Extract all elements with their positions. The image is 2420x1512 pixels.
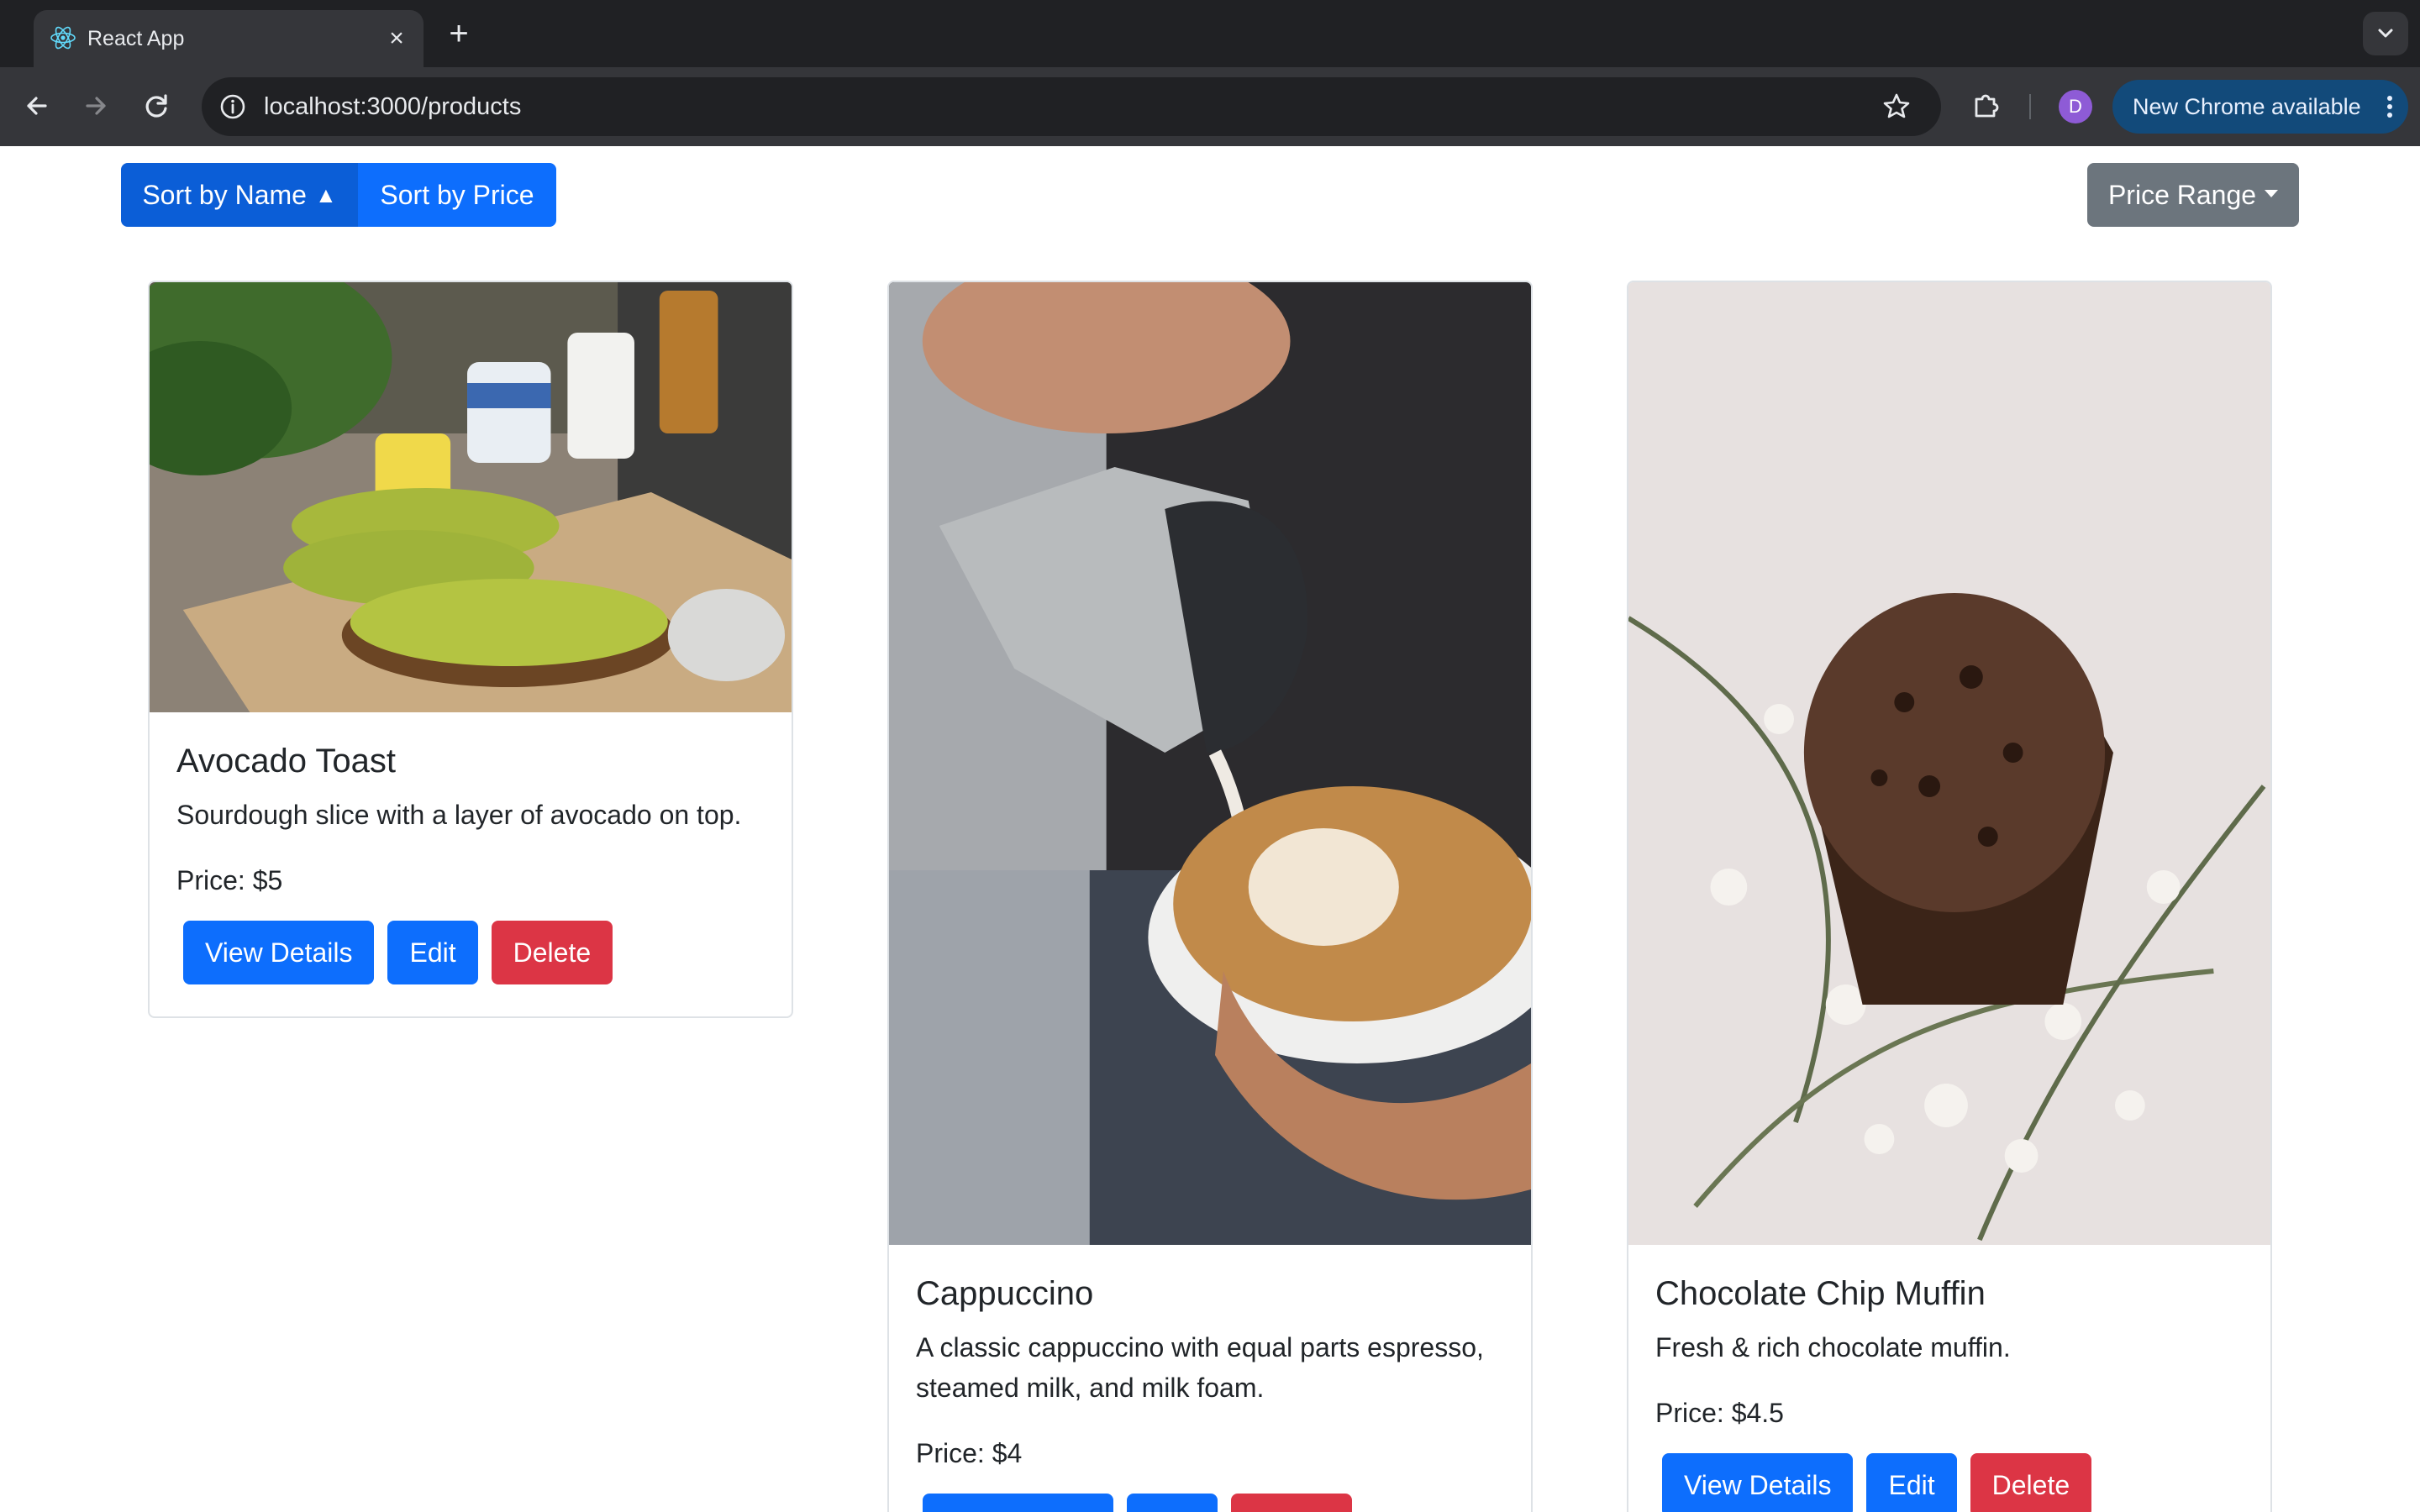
new-tab-icon[interactable]: + <box>440 15 477 52</box>
sort-ascending-icon: ▲ <box>314 181 337 207</box>
product-card-body: Cappuccino A classic cappuccino with equ… <box>889 1245 1531 1512</box>
back-arrow-icon[interactable] <box>13 82 60 129</box>
product-actions: View Details Edit Delete <box>916 1494 1504 1512</box>
sort-button-group: Sort by Name ▲ Sort by Price <box>121 163 556 227</box>
view-details-button[interactable]: View Details <box>183 921 375 984</box>
close-tab-icon[interactable]: × <box>380 22 413 55</box>
product-price: Price: $4 <box>916 1438 1023 1468</box>
product-description: A classic cappuccino with equal parts es… <box>916 1332 1484 1403</box>
product-card-body: Chocolate Chip Muffin Fresh & rich choco… <box>1628 1245 2270 1512</box>
profile-avatar[interactable]: D <box>2059 90 2092 123</box>
browser-tab-strip: React App × + <box>0 0 2420 67</box>
browser-toolbar: localhost:3000/products D New Chrome ava… <box>0 67 2420 146</box>
view-details-button[interactable]: View Details <box>923 1494 1114 1512</box>
toolbar-divider <box>2029 94 2031 119</box>
sort-by-name-button[interactable]: Sort by Name ▲ <box>121 163 358 227</box>
edit-button[interactable]: Edit <box>1127 1494 1218 1512</box>
site-info-icon[interactable] <box>215 89 250 124</box>
price-range-label: Price Range <box>2107 179 2257 210</box>
product-price: Price: $4.5 <box>1655 1398 1784 1428</box>
forward-arrow-icon[interactable] <box>72 82 119 129</box>
bookmark-star-icon[interactable] <box>1879 89 1914 124</box>
sort-by-price-button[interactable]: Sort by Price <box>358 163 556 227</box>
view-details-button[interactable]: View Details <box>1662 1453 1854 1512</box>
url-text: localhost:3000/products <box>264 93 522 120</box>
product-name: Cappuccino <box>916 1275 1094 1312</box>
update-label: New Chrome available <box>2133 94 2361 119</box>
browser-tab[interactable]: React App × <box>34 10 424 67</box>
delete-button[interactable]: Delete <box>1230 1494 1353 1512</box>
caret-down-icon <box>2265 189 2279 197</box>
reload-icon[interactable] <box>133 82 180 129</box>
cappuccino-photo <box>889 282 1531 1245</box>
tab-title: React App <box>87 27 185 50</box>
product-actions: View Details Edit Delete <box>176 921 765 984</box>
delete-button[interactable]: Delete <box>491 921 613 984</box>
sort-by-name-label: Sort by Name <box>142 179 307 210</box>
edit-button[interactable]: Edit <box>1866 1453 1957 1512</box>
kebab-menu-icon[interactable] <box>2380 92 2400 122</box>
product-name: Chocolate Chip Muffin <box>1655 1275 1986 1312</box>
product-description: Sourdough slice with a layer of avocado … <box>176 800 742 830</box>
product-card: Chocolate Chip Muffin Fresh & rich choco… <box>1627 281 2272 1512</box>
extensions-puzzle-icon[interactable] <box>1966 86 2007 126</box>
product-card: Avocado Toast Sourdough slice with a lay… <box>148 281 793 1018</box>
product-name: Avocado Toast <box>176 743 396 780</box>
product-card: Cappuccino A classic cappuccino with equ… <box>887 281 1533 1512</box>
chevron-down-icon <box>2378 29 2393 38</box>
products-page: Sort by Name ▲ Sort by Price Price Range <box>0 146 2420 1512</box>
product-actions: View Details Edit Delete <box>1655 1453 2244 1512</box>
product-price: Price: $5 <box>176 865 283 895</box>
chrome-update-button[interactable]: New Chrome available <box>2112 80 2408 134</box>
product-card-body: Avocado Toast Sourdough slice with a lay… <box>150 712 792 984</box>
address-bar[interactable]: localhost:3000/products <box>202 77 1941 136</box>
react-logo-icon <box>50 26 76 50</box>
avocado-toast-photo <box>150 282 792 712</box>
edit-button[interactable]: Edit <box>387 921 478 984</box>
product-description: Fresh & rich chocolate muffin. <box>1655 1332 2011 1362</box>
price-range-dropdown[interactable]: Price Range <box>2087 163 2299 227</box>
delete-button[interactable]: Delete <box>1970 1453 2092 1512</box>
chocolate-muffin-photo <box>1628 282 2270 1245</box>
tab-search-button[interactable] <box>2363 12 2408 55</box>
